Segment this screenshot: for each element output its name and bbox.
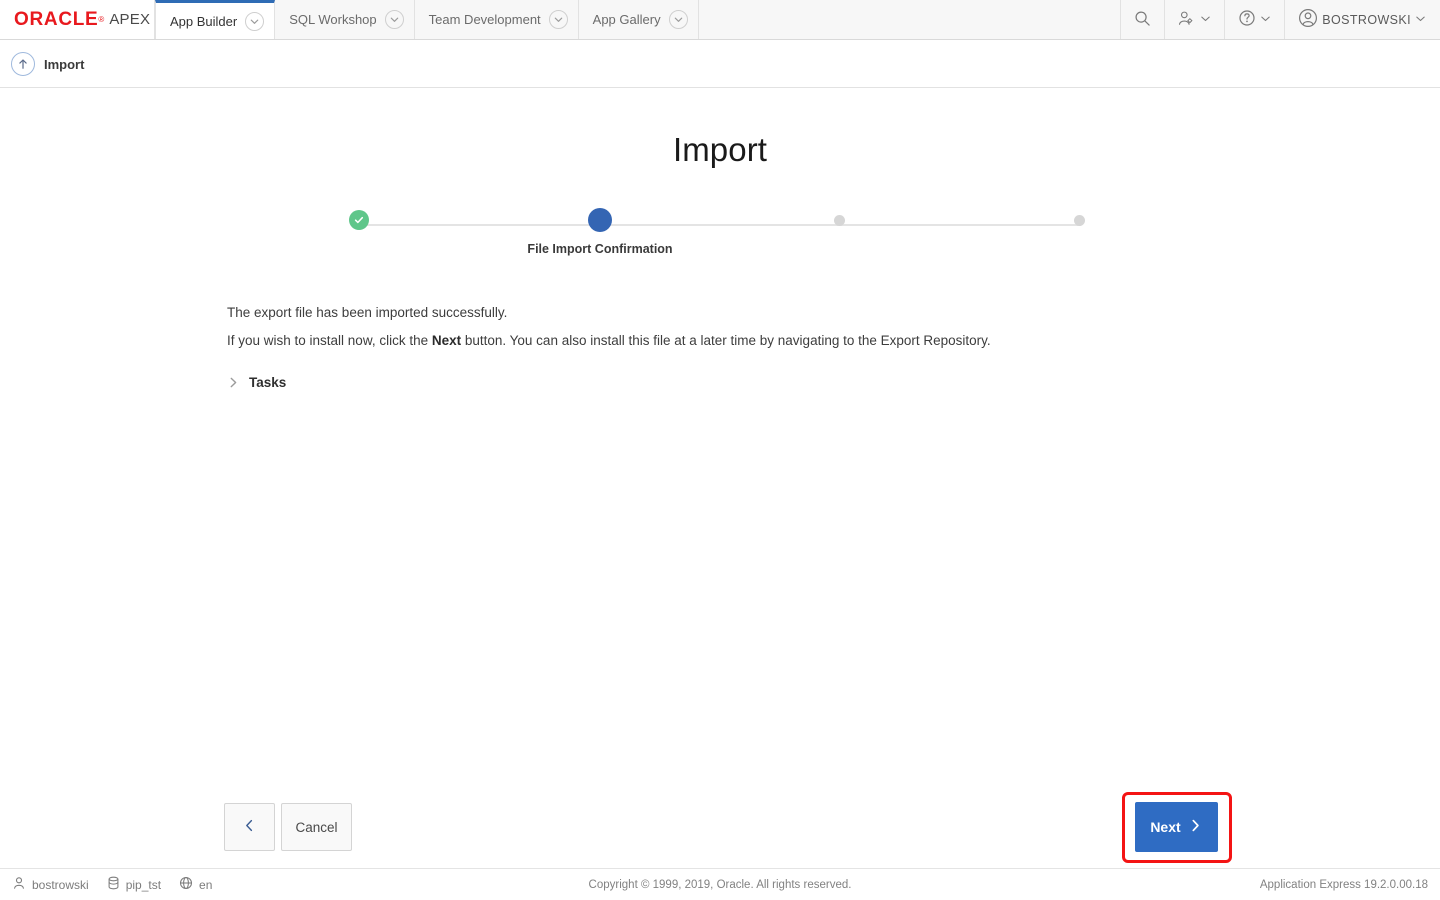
main-nav-tabs: App Builder SQL Workshop Team Developmen…	[155, 0, 699, 39]
cancel-button[interactable]: Cancel	[281, 803, 352, 851]
chevron-down-icon	[1260, 13, 1271, 27]
wizard-step-2[interactable]: File Import Confirmation	[588, 208, 612, 232]
breadcrumb: Import	[0, 41, 1440, 88]
search-button[interactable]	[1121, 0, 1165, 39]
wizard-step-4[interactable]	[1074, 215, 1085, 226]
help-menu-button[interactable]	[1225, 0, 1285, 39]
install-instruction-post: button. You can also install this file a…	[461, 333, 991, 348]
step-pending-dot	[1074, 215, 1085, 226]
previous-button[interactable]	[224, 803, 275, 851]
import-success-message: The export file has been imported succes…	[227, 305, 507, 320]
install-instruction-message: If you wish to install now, click the Ne…	[227, 333, 991, 348]
footer-copyright: Copyright © 1999, 2019, Oracle. All righ…	[0, 879, 1440, 891]
tab-app-gallery-label: App Gallery	[593, 12, 661, 27]
app-header: ORACLE® APEX App Builder SQL Workshop Te…	[0, 0, 1440, 40]
step-current-dot	[588, 208, 612, 232]
step-complete-check-icon	[349, 210, 369, 230]
tab-app-builder-label: App Builder	[170, 14, 237, 29]
help-circle-icon	[1238, 9, 1256, 30]
tasks-collapsible-region[interactable]: Tasks	[227, 375, 286, 390]
chevron-down-icon	[1200, 13, 1211, 27]
user-menu-button[interactable]: BOSTROWSKI	[1285, 0, 1440, 39]
chevron-down-icon[interactable]	[669, 10, 688, 29]
footer-version: Application Express 19.2.0.00.18	[1260, 879, 1428, 891]
header-spacer	[699, 0, 1122, 39]
chevron-down-icon[interactable]	[385, 10, 404, 29]
user-admin-icon	[1178, 10, 1196, 30]
apex-wordmark: APEX	[109, 11, 150, 28]
breadcrumb-label-import[interactable]: Import	[44, 57, 84, 72]
tab-sql-workshop[interactable]: SQL Workshop	[275, 0, 414, 39]
install-instruction-pre: If you wish to install now, click the	[227, 333, 432, 348]
wizard-step-2-label: File Import Confirmation	[527, 242, 672, 256]
chevron-down-icon	[1415, 13, 1426, 27]
wizard-step-3[interactable]	[834, 215, 845, 226]
chevron-down-icon[interactable]	[549, 10, 568, 29]
chevron-down-icon[interactable]	[245, 12, 264, 31]
import-up-arrow-icon[interactable]	[11, 52, 35, 76]
next-button[interactable]: Next	[1135, 802, 1218, 852]
wizard-progress: File Import Confirmation	[345, 208, 1095, 268]
chevron-right-icon	[227, 376, 240, 389]
tab-team-development-label: Team Development	[429, 12, 541, 27]
wizard-step-1[interactable]	[349, 210, 369, 230]
user-avatar-icon	[1298, 8, 1318, 31]
tab-sql-workshop-label: SQL Workshop	[289, 12, 376, 27]
administration-menu-button[interactable]	[1165, 0, 1225, 39]
app-footer: bostrowski pip_tst en Cop	[0, 868, 1440, 900]
chevron-left-icon	[242, 818, 257, 836]
cancel-button-label: Cancel	[295, 820, 337, 835]
tab-team-development[interactable]: Team Development	[415, 0, 579, 39]
install-instruction-next-emphasis: Next	[432, 333, 461, 348]
progress-track	[359, 224, 1081, 226]
next-button-label: Next	[1150, 819, 1180, 835]
search-icon	[1134, 10, 1151, 30]
registered-mark: ®	[98, 15, 104, 24]
step-pending-dot	[834, 215, 845, 226]
page-title: Import	[0, 131, 1440, 169]
tab-app-gallery[interactable]: App Gallery	[579, 0, 699, 39]
tab-app-builder[interactable]: App Builder	[155, 0, 275, 39]
tasks-region-label: Tasks	[249, 375, 286, 390]
oracle-wordmark: ORACLE	[14, 9, 98, 31]
oracle-apex-logo[interactable]: ORACLE® APEX	[0, 0, 155, 39]
chevron-right-icon	[1188, 818, 1203, 836]
user-menu-label: BOSTROWSKI	[1322, 13, 1411, 27]
